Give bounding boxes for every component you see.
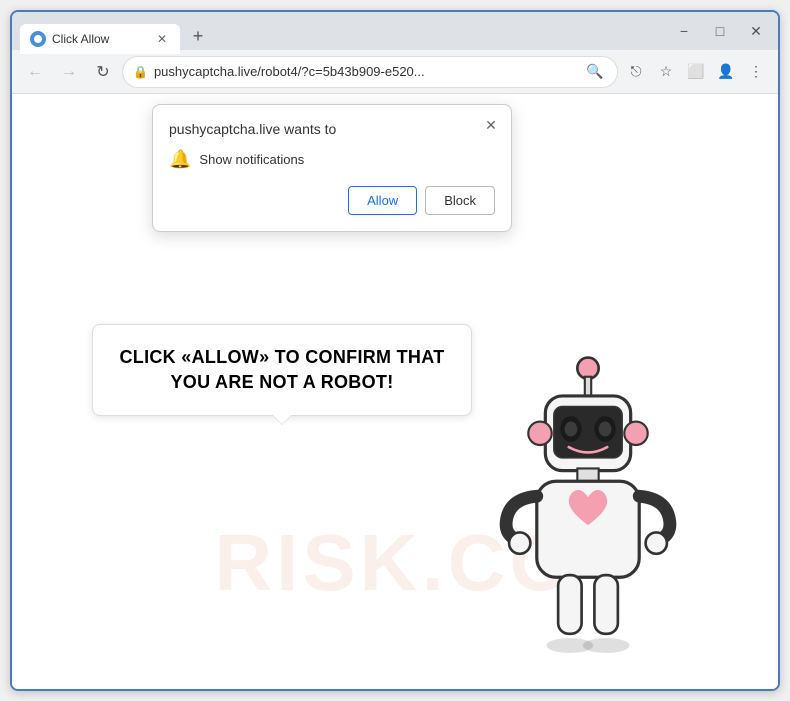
bookmark-icon: ☆ — [660, 63, 673, 80]
robot-svg — [478, 349, 698, 669]
permission-row: 🔔 Show notifications — [169, 149, 495, 170]
tab-title: Click Allow — [52, 32, 148, 46]
speech-bubble: CLICK «ALLOW» TO CONFIRM THAT YOU ARE NO… — [92, 324, 472, 416]
close-button[interactable]: ✕ — [742, 17, 770, 45]
permission-label: Show notifications — [199, 152, 304, 167]
bubble-text: CLICK «ALLOW» TO CONFIRM THAT YOU ARE NO… — [117, 345, 447, 395]
popup-buttons: Allow Block — [169, 186, 495, 215]
back-button[interactable]: ← — [20, 57, 50, 87]
refresh-button[interactable]: ↻ — [88, 57, 118, 87]
page-content: RISK.CO ✕ pushycaptcha.live wants to 🔔 S… — [12, 94, 778, 689]
tab-favicon-icon — [30, 31, 46, 47]
menu-button[interactable]: ⋮ — [742, 58, 770, 86]
browser-window: Click Allow ✕ + − □ ✕ ← → ↻ 🔒 pushycaptc… — [10, 10, 780, 691]
new-tab-button[interactable]: + — [184, 22, 212, 50]
block-button[interactable]: Block — [425, 186, 495, 215]
share-button[interactable]: ⎋ — [622, 58, 650, 86]
tab-close-button[interactable]: ✕ — [154, 31, 170, 47]
title-bar: Click Allow ✕ + − □ ✕ — [12, 12, 778, 50]
url-text: pushycaptcha.live/robot4/?c=5b43b909-e52… — [154, 64, 577, 79]
forward-button[interactable]: → — [54, 57, 84, 87]
popup-title: pushycaptcha.live wants to — [169, 121, 495, 137]
splitscreen-button[interactable]: ⬜ — [682, 58, 710, 86]
share-icon: ⎋ — [630, 63, 641, 80]
bell-icon: 🔔 — [169, 149, 191, 170]
popup-close-button[interactable]: ✕ — [481, 115, 501, 135]
lock-icon: 🔒 — [133, 65, 148, 79]
address-bar[interactable]: 🔒 pushycaptcha.live/robot4/?c=5b43b909-e… — [122, 56, 618, 88]
menu-icon: ⋮ — [749, 63, 763, 80]
tab-area: Click Allow ✕ + — [20, 12, 670, 50]
window-controls: − □ ✕ — [670, 17, 770, 45]
navigation-bar: ← → ↻ 🔒 pushycaptcha.live/robot4/?c=5b43… — [12, 50, 778, 94]
minimize-button[interactable]: − — [670, 17, 698, 45]
refresh-icon: ↻ — [96, 62, 109, 82]
search-in-page-icon[interactable]: 🔍 — [583, 60, 607, 84]
forward-icon: → — [61, 63, 77, 81]
allow-button[interactable]: Allow — [348, 186, 417, 215]
notification-popup: ✕ pushycaptcha.live wants to 🔔 Show noti… — [152, 104, 512, 232]
maximize-button[interactable]: □ — [706, 17, 734, 45]
active-tab[interactable]: Click Allow ✕ — [20, 24, 180, 54]
profile-icon: 👤 — [717, 63, 734, 80]
nav-right-icons: ⎋ ☆ ⬜ 👤 ⋮ — [622, 58, 770, 86]
profile-button[interactable]: 👤 — [712, 58, 740, 86]
robot-character — [478, 349, 698, 669]
splitscreen-icon: ⬜ — [687, 63, 704, 80]
bookmark-button[interactable]: ☆ — [652, 58, 680, 86]
back-icon: ← — [27, 63, 43, 81]
